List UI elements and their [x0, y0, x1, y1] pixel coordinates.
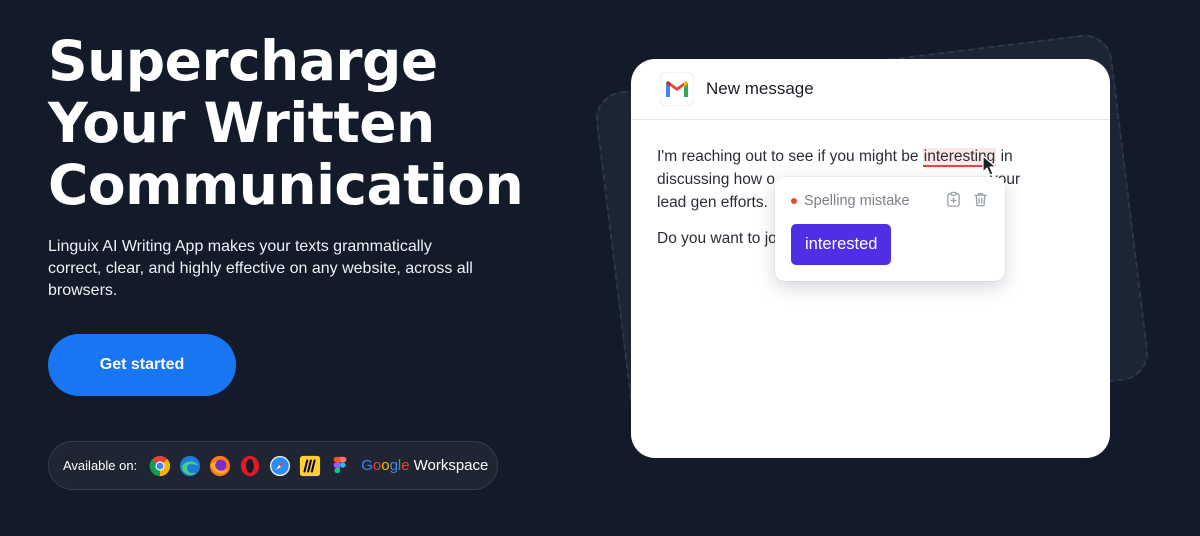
available-on-bar: Available on: G o o g l e Workspace	[48, 441, 498, 490]
popover-header: Spelling mistake	[791, 193, 910, 209]
popover-actions	[945, 191, 989, 208]
add-to-dictionary-icon[interactable]	[945, 191, 962, 208]
edge-icon[interactable]	[179, 455, 201, 477]
workspace-word: Workspace	[413, 457, 489, 474]
firefox-icon[interactable]	[209, 455, 231, 477]
error-dot-icon	[791, 198, 797, 204]
figma-icon[interactable]	[329, 455, 351, 477]
hero-subtitle: Linguix AI Writing App makes your texts …	[48, 238, 473, 299]
opera-icon[interactable]	[239, 455, 261, 477]
gmail-icon	[660, 72, 694, 106]
available-on-label: Available on:	[63, 458, 138, 473]
safari-icon[interactable]	[269, 455, 291, 477]
google-letter: o	[381, 457, 390, 474]
compose-header: New message	[631, 59, 1110, 120]
google-letter: G	[361, 457, 373, 474]
body-text: I'm reaching out to see if you might be	[657, 148, 923, 165]
body-text: in	[996, 148, 1013, 165]
google-workspace-label: Google Workspace	[361, 457, 488, 474]
body-text: discussing how o	[657, 171, 776, 188]
mouse-cursor-icon	[982, 155, 997, 176]
miro-icon[interactable]	[299, 455, 321, 477]
hero-title-line: Supercharge	[48, 29, 438, 93]
issue-type-label: Spelling mistake	[804, 193, 910, 209]
suggestion-button[interactable]: interested	[791, 224, 892, 265]
compose-title: New message	[706, 79, 814, 98]
trash-icon[interactable]	[972, 191, 989, 208]
chrome-icon[interactable]	[149, 455, 171, 477]
body-text: lead gen efforts.	[657, 194, 768, 211]
body-text: Do you want to jo	[657, 230, 777, 247]
google-letter: o	[372, 457, 382, 474]
hero-title-line: Your Written	[48, 91, 435, 155]
get-started-button[interactable]: Get started	[48, 334, 236, 396]
hero-title: Supercharge Your Written Communication	[48, 29, 524, 217]
google-letter: e	[401, 457, 410, 474]
suggestion-popover: Spelling mistake interested	[775, 177, 1005, 281]
google-letter: g	[389, 457, 398, 474]
hero-title-line: Communication	[48, 153, 524, 217]
